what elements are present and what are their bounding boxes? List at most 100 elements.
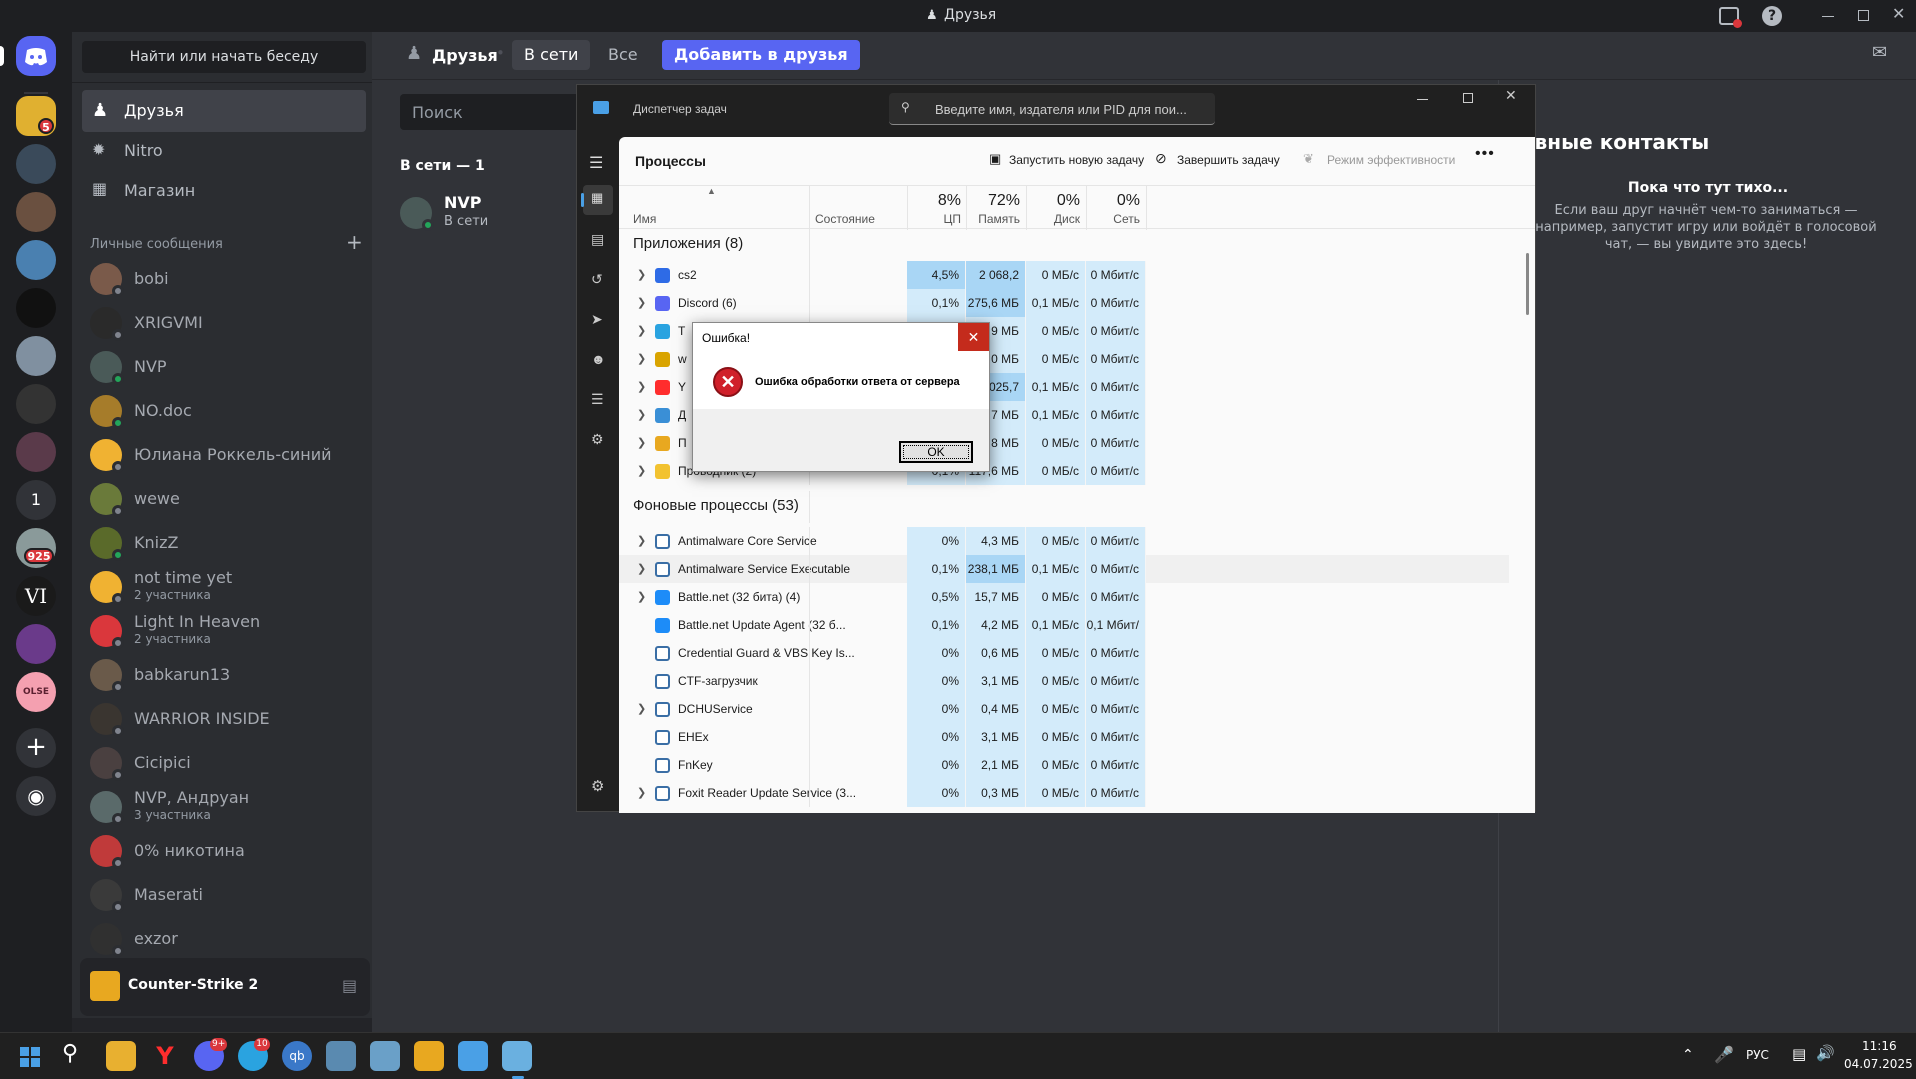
server-icon[interactable] [16,432,56,472]
performance-icon[interactable]: ▤ [591,231,604,248]
dm-item[interactable]: bobi [82,258,366,300]
dm-item[interactable]: wewe [82,478,366,520]
tm-menu-icon[interactable]: ☰ [589,153,603,173]
group-header[interactable]: Приложения (8) [633,235,743,252]
expand-chevron-icon[interactable]: ❯ [637,457,646,485]
expand-chevron-icon[interactable]: ❯ [637,401,646,429]
process-row[interactable]: CTF-загрузчик 0% 3,1 МБ 0 МБ/с 0 Мбит/с [619,667,1509,695]
expand-chevron-icon[interactable]: ❯ [637,317,646,345]
nav-shop[interactable]: ▦ Магазин [82,170,366,212]
search-icon[interactable]: ⚲ [62,1041,78,1066]
process-row[interactable]: ❯ DCHUService 0% 0,4 МБ 0 МБ/с 0 Мбит/с [619,695,1509,723]
col-net[interactable]: Сеть [1086,212,1140,226]
server-icon[interactable]: OLSE [16,672,56,712]
col-cpu[interactable]: ЦП [907,212,961,226]
app-window-icon[interactable] [326,1041,356,1071]
minimize-icon[interactable] [1417,99,1428,100]
create-dm-icon[interactable]: + [346,230,363,254]
col-cpu-pct[interactable]: 8% [907,192,961,210]
startup-apps-icon[interactable]: ➤ [591,311,603,328]
help-icon[interactable]: ? [1762,6,1782,26]
minimize-icon[interactable] [1822,16,1834,17]
scrollbar[interactable] [1526,253,1529,315]
server-icon[interactable]: 1 [16,480,56,520]
maximize-icon[interactable] [1463,93,1473,103]
dm-item[interactable]: Maserati [82,874,366,916]
inbox-icon[interactable] [1719,7,1742,28]
dm-item[interactable]: NO.doc [82,390,366,432]
nav-nitro[interactable]: ✹ Nitro [82,130,366,172]
process-row[interactable]: FnKey 0% 2,1 МБ 0 МБ/с 0 Мбит/с [619,751,1509,779]
expand-chevron-icon[interactable]: ❯ [637,583,646,611]
dm-item[interactable]: XRIGVMI [82,302,366,344]
language-indicator[interactable]: РУС [1746,1048,1769,1062]
qbittorrent-icon[interactable]: qb [282,1041,312,1071]
server-icon[interactable] [16,384,56,424]
process-row[interactable]: EHEx 0% 3,1 МБ 0 МБ/с 0 Мбит/с [619,723,1509,751]
col-disk-pct[interactable]: 0% [1026,192,1080,210]
server-icon[interactable] [16,240,56,280]
add-server-icon[interactable]: + [16,728,56,768]
search-conversation-button[interactable]: Найти или начать беседу [82,41,366,73]
nav-friends[interactable]: ♟ Друзья [82,90,366,132]
expand-chevron-icon[interactable]: ❯ [637,373,646,401]
dm-item[interactable]: 0% никотина [82,830,366,872]
server-icon[interactable] [16,336,56,376]
maximize-icon[interactable] [1858,10,1869,21]
close-icon[interactable]: ✕ [1892,4,1905,23]
dm-item[interactable]: WARRIOR INSIDE [82,698,366,740]
task-manager-taskbar-icon[interactable] [458,1041,488,1071]
dialog-close-button[interactable]: ✕ [958,323,989,351]
process-row[interactable]: ❯ Antimalware Service Executable 0,1% 238,1… [619,555,1509,583]
process-row[interactable]: ❯ Discord (6) 0,1% 275,6 МБ 0,1 МБ/с 0 Мбит/с [619,289,1509,317]
add-friend-button[interactable]: Добавить в друзья [662,40,860,70]
group-header[interactable]: Фоновые процессы (53) [633,497,799,514]
discord-home-icon[interactable] [16,36,56,76]
process-row[interactable]: Credential Guard & VBS Key Is... 0% 0,6 МБ… [619,639,1509,667]
tab-all[interactable]: Все [600,40,646,70]
server-icon[interactable]: VI [16,576,56,616]
tray-chevron-icon[interactable]: ⌃ [1682,1047,1694,1063]
dm-item[interactable]: Cicipici [82,742,366,784]
notepad-icon[interactable] [502,1041,532,1071]
expand-chevron-icon[interactable]: ❯ [637,695,646,723]
app-history-icon[interactable]: ↺ [591,271,603,288]
expand-chevron-icon[interactable]: ❯ [637,555,646,583]
col-status[interactable]: Состояние [815,212,875,226]
tab-online[interactable]: В сети [512,40,591,70]
network-icon[interactable]: ▤ [1792,1045,1806,1063]
clock-date[interactable]: 04.07.2025 [1844,1057,1913,1071]
expand-chevron-icon[interactable]: ❯ [637,527,646,555]
clock-time[interactable]: 11:16 [1862,1039,1897,1053]
col-mem[interactable]: Память [966,212,1020,226]
tm-nav-processes[interactable]: ▦ [581,185,613,215]
users-icon[interactable]: ☻ [591,351,606,367]
dm-item[interactable]: babkarun13 [82,654,366,696]
process-row[interactable]: ❯ Battle.net (32 бита) (4) 0,5% 15,7 МБ 0 МБ… [619,583,1509,611]
expand-chevron-icon[interactable]: ❯ [637,345,646,373]
dm-item[interactable]: Юлиана Роккель-синий [82,434,366,476]
new-group-dm-icon[interactable]: ✉ [1872,42,1887,63]
tm-search-input[interactable]: ⚲ Введите имя, издателя или PID для пои.… [889,93,1215,125]
expand-chevron-icon[interactable]: ❯ [637,429,646,457]
dm-item[interactable]: NVP [82,346,366,388]
expand-chevron-icon[interactable]: ❯ [637,261,646,289]
expand-chevron-icon[interactable]: ❯ [637,779,646,807]
control-panel-icon[interactable] [370,1041,400,1071]
process-row[interactable]: ❯ cs2 4,5%2 068,2 МБ0 МБ/с0 Мбит/с [619,261,1509,310]
volume-icon[interactable]: 🔊 [1816,1044,1835,1062]
process-row[interactable]: ❯ Foxit Reader Update Service (3... 0% 0,3 … [619,779,1509,807]
ok-button[interactable]: OK [899,441,973,463]
start-icon[interactable] [20,1047,40,1067]
process-row[interactable]: ❯ Antimalware Core Service 0% 4,3 МБ 0 МБ/с 0… [619,527,1509,555]
dm-item[interactable]: NVP, Андруан 3 участника [82,786,366,828]
dm-item[interactable]: not time yet 2 участника [82,566,366,608]
col-name[interactable]: Имя [633,212,656,226]
dm-item[interactable]: KnizZ [82,522,366,564]
details-icon[interactable]: ☰ [591,391,604,408]
dm-item[interactable]: exzor [82,918,366,960]
server-icon[interactable] [16,144,56,184]
server-icon[interactable] [16,288,56,328]
server-icon[interactable] [16,624,56,664]
col-net-pct[interactable]: 0% [1086,192,1140,210]
